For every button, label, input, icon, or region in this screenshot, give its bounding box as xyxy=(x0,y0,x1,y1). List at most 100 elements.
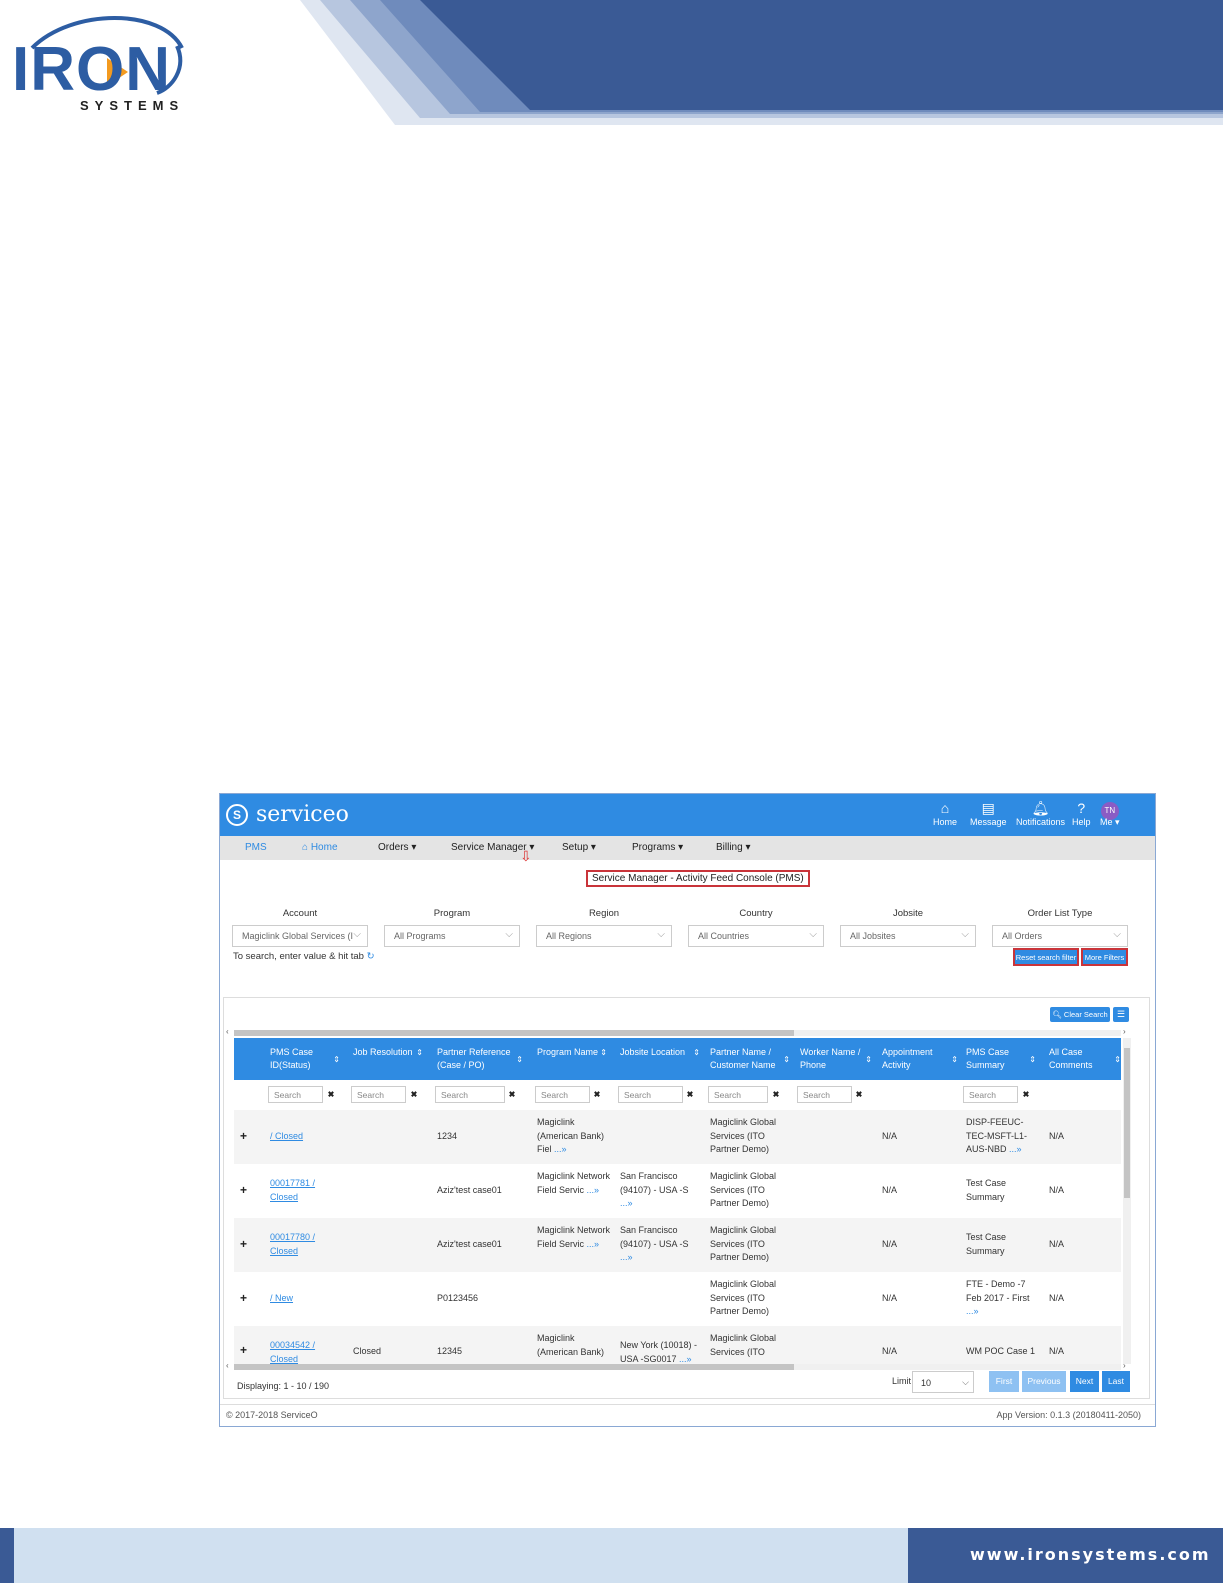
clear-icon[interactable]: ✖ xyxy=(1019,1086,1033,1103)
search-input-job-resolution[interactable]: Search xyxy=(351,1086,406,1103)
refresh-icon[interactable]: ↻ xyxy=(367,951,375,962)
more-link[interactable]: ...» xyxy=(587,1239,600,1249)
scroll-right-icon[interactable]: › xyxy=(1123,1361,1126,1370)
account-select-value: Magiclink Global Services (I xyxy=(242,931,354,941)
col-header-partner-reference[interactable]: Partner Reference (Case / PO) ⇕ xyxy=(437,1046,523,1072)
country-select[interactable]: All Countries ⌵ xyxy=(688,925,824,947)
first-page-button[interactable]: First xyxy=(989,1371,1019,1392)
clear-icon[interactable]: ✖ xyxy=(683,1086,697,1103)
menu-home[interactable]: ⌂ Home xyxy=(302,842,338,853)
more-filters-button[interactable]: More Filters xyxy=(1081,948,1128,966)
col-header-partner-name[interactable]: Partner Name / Customer Name ⇕ xyxy=(710,1046,790,1072)
scroll-right-icon[interactable]: › xyxy=(1123,1027,1126,1036)
topnav-notifications[interactable]: 🔔︎ Notifications xyxy=(1016,800,1065,827)
more-link[interactable]: ...» xyxy=(966,1306,979,1316)
case-link[interactable]: 00017781 / Closed xyxy=(270,1178,315,1202)
case-link[interactable]: 00034542 / Closed xyxy=(270,1340,315,1364)
next-page-button[interactable]: Next xyxy=(1070,1371,1099,1392)
more-link[interactable]: ...» xyxy=(620,1252,633,1262)
horizontal-scrollbar-top[interactable] xyxy=(234,1030,1121,1036)
clear-icon[interactable]: ✖ xyxy=(407,1086,421,1103)
search-input-case-id[interactable]: Search xyxy=(268,1086,323,1103)
horizontal-scrollbar-bottom[interactable] xyxy=(234,1364,1121,1370)
topnav-message[interactable]: ▤ Message xyxy=(970,800,1007,827)
scroll-left-icon[interactable]: ‹ xyxy=(226,1361,229,1370)
clear-icon[interactable]: ✖ xyxy=(852,1086,866,1103)
chevron-down-icon: ⌵ xyxy=(1113,929,1121,940)
clear-icon[interactable]: ✖ xyxy=(769,1086,783,1103)
menu-pms[interactable]: PMS xyxy=(245,842,267,853)
cell-partner-ref: Aziz'test case01 xyxy=(437,1185,502,1195)
more-link[interactable]: ...» xyxy=(1009,1144,1022,1154)
table-row[interactable]: + / Closed 1234 Magiclink (American Bank… xyxy=(234,1110,1121,1164)
footer-url[interactable]: www.ironsystems.com xyxy=(970,1545,1211,1564)
more-link[interactable]: ...» xyxy=(554,1144,567,1154)
clear-icon[interactable]: ✖ xyxy=(324,1086,338,1103)
case-link[interactable]: / New xyxy=(270,1293,293,1303)
case-link[interactable]: 00017780 / Closed xyxy=(270,1232,315,1256)
more-link[interactable]: ...» xyxy=(587,1185,600,1195)
search-input-case-summary[interactable]: Search xyxy=(963,1086,1018,1103)
scroll-left-icon[interactable]: ‹ xyxy=(226,1027,229,1036)
reset-search-filter-button[interactable]: Reset search filter xyxy=(1013,948,1079,966)
table-row[interactable]: + / New P0123456 Magiclink Global Servic… xyxy=(234,1272,1121,1326)
search-input-partner-name[interactable]: Search xyxy=(708,1086,768,1103)
country-select-value: All Countries xyxy=(698,931,750,941)
app-name[interactable]: serviceo xyxy=(256,802,349,827)
search-input-worker-name[interactable]: Search xyxy=(797,1086,852,1103)
col-header-appointment[interactable]: Appointment Activity ⇕ xyxy=(882,1046,958,1072)
case-link[interactable]: / Closed xyxy=(270,1131,303,1141)
expand-row-icon[interactable]: + xyxy=(240,1129,247,1143)
expand-row-icon[interactable]: + xyxy=(240,1237,247,1251)
menu-setup[interactable]: Setup ▾ xyxy=(562,842,596,853)
search-input-jobsite[interactable]: Search xyxy=(618,1086,683,1103)
more-link[interactable]: ...» xyxy=(679,1354,692,1364)
expand-row-icon[interactable]: + xyxy=(240,1291,247,1305)
col-header-all-comments[interactable]: All Case Comments ⇕ xyxy=(1049,1046,1121,1072)
previous-page-button[interactable]: Previous xyxy=(1022,1371,1066,1392)
search-input-partner-ref[interactable]: Search xyxy=(435,1086,505,1103)
topnav-home[interactable]: ⌂ Home xyxy=(933,800,957,827)
col-header-program-name[interactable]: Program Name ⇕ xyxy=(537,1046,607,1059)
cell-partner-name: Magiclink Global Services (ITO Partner D… xyxy=(710,1225,777,1262)
menu-programs[interactable]: Programs ▾ xyxy=(632,842,683,853)
sort-icon: ⇕ xyxy=(865,1055,872,1064)
limit-select[interactable]: 10 ⌵ xyxy=(912,1371,974,1393)
order-list-type-select[interactable]: All Orders ⌵ xyxy=(992,925,1128,947)
topnav-home-label: Home xyxy=(933,817,958,827)
jobsite-select[interactable]: All Jobsites ⌵ xyxy=(840,925,976,947)
col-header-job-resolution[interactable]: Job Resolution ⇕ xyxy=(353,1046,423,1059)
program-select[interactable]: All Programs ⌵ xyxy=(384,925,520,947)
search-input-program-name[interactable]: Search xyxy=(535,1086,590,1103)
col-header-worker-name[interactable]: Worker Name / Phone ⇕ xyxy=(800,1046,872,1072)
clear-icon[interactable]: ✖ xyxy=(590,1086,604,1103)
serviceo-logo-icon[interactable]: S xyxy=(226,804,248,826)
expand-row-icon[interactable]: + xyxy=(240,1343,247,1357)
menu-programs-label: Programs xyxy=(632,842,676,853)
cell-partner-ref: 12345 xyxy=(437,1346,463,1356)
cell-summary: Test Case Summary xyxy=(966,1232,1007,1256)
menu-orders[interactable]: Orders ▾ xyxy=(378,842,416,853)
account-select[interactable]: Magiclink Global Services (I ⌵ xyxy=(232,925,368,947)
table-row[interactable]: + 00017781 / Closed Aziz'test case01 Mag… xyxy=(234,1164,1121,1218)
table-row[interactable]: + 00017780 / Closed Aziz'test case01 Mag… xyxy=(234,1218,1121,1272)
col-header-case-id[interactable]: PMS Case ID(Status) ⇕ xyxy=(270,1046,340,1072)
search-hint: To search, enter value & hit tab ↻ xyxy=(233,951,375,962)
menu-billing[interactable]: Billing ▾ xyxy=(716,842,751,853)
vertical-scrollbar[interactable] xyxy=(1123,1038,1131,1364)
list-view-icon[interactable]: ☰ xyxy=(1113,1007,1129,1022)
expand-row-icon[interactable]: + xyxy=(240,1183,247,1197)
region-select[interactable]: All Regions ⌵ xyxy=(536,925,672,947)
last-page-button[interactable]: Last xyxy=(1102,1371,1130,1392)
filter-label-order-list-type: Order List Type xyxy=(1027,908,1093,919)
table-row[interactable]: + 00034542 / Closed Closed 12345 Magicli… xyxy=(234,1326,1121,1364)
topnav-me[interactable]: TN Me ▾ xyxy=(1100,800,1120,828)
serviceo-app-window: S serviceo ⌂ Home ▤ Message 🔔︎ Notificat… xyxy=(219,793,1156,1427)
more-link[interactable]: ...» xyxy=(620,1198,633,1208)
table-header: PMS Case ID(Status) ⇕ Job Resolution ⇕ Par… xyxy=(234,1038,1121,1080)
topnav-help[interactable]: ? Help xyxy=(1072,800,1091,827)
col-header-jobsite-location[interactable]: Jobsite Location ⇕ xyxy=(620,1046,700,1059)
col-header-case-summary[interactable]: PMS Case Summary ⇕ xyxy=(966,1046,1036,1072)
clear-search-button[interactable]: 🔍︎ Clear Search xyxy=(1050,1007,1110,1022)
clear-icon[interactable]: ✖ xyxy=(505,1086,519,1103)
